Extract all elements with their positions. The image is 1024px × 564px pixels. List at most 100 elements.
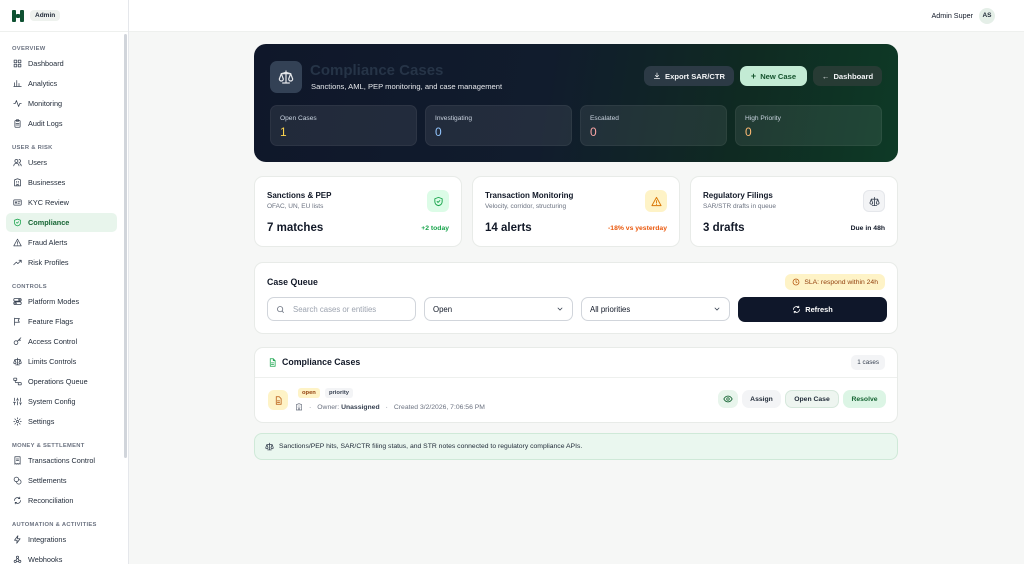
cases-header: Compliance Cases 1 cases xyxy=(255,348,897,378)
new-case-button[interactable]: + New Case xyxy=(740,66,807,86)
sidebar-item-transactions-control[interactable]: Transactions Control xyxy=(6,451,117,470)
clock-icon xyxy=(792,278,800,286)
status-select[interactable]: Open xyxy=(424,297,573,321)
refresh-button[interactable]: Refresh xyxy=(738,297,887,322)
sidebar-item-system-config[interactable]: System Config xyxy=(6,392,117,411)
sidebar-item-monitoring[interactable]: Monitoring xyxy=(6,94,117,113)
sidebar-item-label: Analytics xyxy=(28,79,58,88)
scale-icon xyxy=(12,357,22,367)
sliders-icon xyxy=(12,397,22,407)
status-select-value: Open xyxy=(433,304,453,314)
metric-note: -18% vs yesterday xyxy=(608,225,667,232)
sidebar-item-users[interactable]: Users xyxy=(6,153,117,172)
sidebar-item-label: Operations Queue xyxy=(28,377,88,386)
resolve-button[interactable]: Resolve xyxy=(843,390,886,408)
stat-value: 0 xyxy=(435,125,442,139)
priority-select[interactable]: All priorities xyxy=(581,297,730,321)
sidebar-item-audit-logs[interactable]: Audit Logs xyxy=(6,114,117,133)
sla-text: SLA: respond within 24h xyxy=(804,278,878,286)
sidebar-item-access-control[interactable]: Access Control xyxy=(6,332,117,351)
brand[interactable]: Admin xyxy=(0,0,128,32)
sidebar-item-operations-queue[interactable]: Operations Queue xyxy=(6,372,117,391)
metric-note: Due in 48h xyxy=(850,225,885,232)
user-name[interactable]: Admin Super xyxy=(931,11,973,20)
sidebar-item-label: Monitoring xyxy=(28,99,63,108)
compliance-api-note: Sanctions/PEP hits, SAR/CTR filing statu… xyxy=(254,433,898,460)
chevron-down-icon xyxy=(557,307,563,311)
metric-card-transaction-monitoring[interactable]: Transaction Monitoring Velocity, corrido… xyxy=(472,176,680,247)
case-queue-panel: Case Queue SLA: respond within 24h Searc… xyxy=(254,262,898,334)
metric-title: Regulatory Filings xyxy=(703,191,773,200)
building-icon xyxy=(296,403,302,411)
metric-subtitle: Velocity, corridor, structuring xyxy=(485,203,567,210)
scale-icon xyxy=(270,61,302,93)
chevron-down-icon xyxy=(714,307,720,311)
sidebar-scrollbar[interactable] xyxy=(124,34,127,458)
shield-check-icon xyxy=(427,190,449,212)
refresh-label: Refresh xyxy=(805,305,833,314)
metric-card-regulatory-filings[interactable]: Regulatory Filings SAR/STR drafts in que… xyxy=(690,176,898,247)
sidebar-item-label: Users xyxy=(28,158,48,167)
sidebar-item-integrations[interactable]: Integrations xyxy=(6,530,117,549)
sidebar-item-platform-modes[interactable]: Platform Modes xyxy=(6,292,117,311)
grid-icon xyxy=(12,59,22,69)
sidebar-section-title: CONTROLS xyxy=(12,284,47,290)
sidebar-item-reconciliation[interactable]: Reconciliation xyxy=(6,491,117,510)
sidebar-item-label: Limits Controls xyxy=(28,357,77,366)
download-icon xyxy=(653,72,661,80)
export-label: Export SAR/CTR xyxy=(665,71,725,81)
cases-count: 1 cases xyxy=(851,355,885,370)
stat-high-priority: High Priority 0 xyxy=(735,105,882,146)
sidebar-section-title: USER & RISK xyxy=(12,145,53,151)
metric-card-sanctions[interactable]: Sanctions & PEP OFAC, UN, EU lists 7 mat… xyxy=(254,176,462,247)
alert-triangle-icon xyxy=(12,238,22,248)
sidebar-item-kyc-review[interactable]: KYC Review xyxy=(6,193,117,212)
logo-icon xyxy=(12,9,24,22)
sidebar-item-analytics[interactable]: Analytics xyxy=(6,74,117,93)
assign-button[interactable]: Assign xyxy=(742,390,781,408)
sidebar-item-label: Audit Logs xyxy=(28,119,63,128)
sidebar-item-label: KYC Review xyxy=(28,198,69,207)
stat-label: Escalated xyxy=(590,115,619,122)
sidebar-item-settings[interactable]: Settings xyxy=(6,412,117,431)
sidebar-item-dashboard[interactable]: Dashboard xyxy=(6,54,117,73)
open-case-button[interactable]: Open Case xyxy=(785,390,839,408)
cases-title: Compliance Cases xyxy=(282,357,361,367)
owner-label: Owner: xyxy=(317,403,340,411)
note-text: Sanctions/PEP hits, SAR/CTR filing statu… xyxy=(279,443,583,450)
dashboard-button[interactable]: ← Dashboard xyxy=(813,66,882,86)
view-case-button[interactable] xyxy=(718,390,738,408)
meta-dot: · xyxy=(385,403,388,411)
case-meta: · Owner: Unassigned · Created 3/2/2026, … xyxy=(295,401,485,413)
refresh-icon xyxy=(12,496,22,506)
avatar[interactable]: AS xyxy=(979,7,995,24)
stat-label: High Priority xyxy=(745,115,781,122)
sidebar-item-settlements[interactable]: Settlements xyxy=(6,471,117,490)
sidebar-item-webhooks[interactable]: Webhooks xyxy=(6,550,117,564)
sidebar-item-label: System Config xyxy=(28,397,76,406)
document-icon xyxy=(269,358,276,367)
sidebar-item-label: Risk Profiles xyxy=(28,258,69,267)
workflow-icon xyxy=(12,377,22,387)
stat-label: Investigating xyxy=(435,115,473,122)
hero-banner: Compliance Cases Sanctions, AML, PEP mon… xyxy=(254,44,898,162)
metric-subtitle: OFAC, UN, EU lists xyxy=(267,203,324,210)
sidebar-item-feature-flags[interactable]: Feature Flags xyxy=(6,312,117,331)
sidebar-item-risk-profiles[interactable]: Risk Profiles xyxy=(6,253,117,272)
sidebar-item-compliance[interactable]: Compliance xyxy=(6,213,117,232)
sidebar-item-label: Transactions Control xyxy=(28,456,96,465)
id-card-icon xyxy=(12,198,22,208)
eye-icon xyxy=(723,395,733,403)
metric-title: Sanctions & PEP xyxy=(267,191,332,200)
clipboard-icon xyxy=(12,119,22,129)
meta-dot: · xyxy=(309,403,312,411)
metric-subtitle: SAR/STR drafts in queue xyxy=(703,203,776,210)
arrow-left-icon: ← xyxy=(821,71,830,81)
sidebar-item-businesses[interactable]: Businesses xyxy=(6,173,117,192)
trending-up-icon xyxy=(12,258,22,268)
sidebar-item-limits-controls[interactable]: Limits Controls xyxy=(6,352,117,371)
export-sar-ctr-button[interactable]: Export SAR/CTR xyxy=(644,66,734,86)
sidebar-item-fraud-alerts[interactable]: Fraud Alerts xyxy=(6,233,117,252)
stat-value: 1 xyxy=(280,125,287,139)
search-input[interactable]: Search cases or entities xyxy=(267,297,416,321)
